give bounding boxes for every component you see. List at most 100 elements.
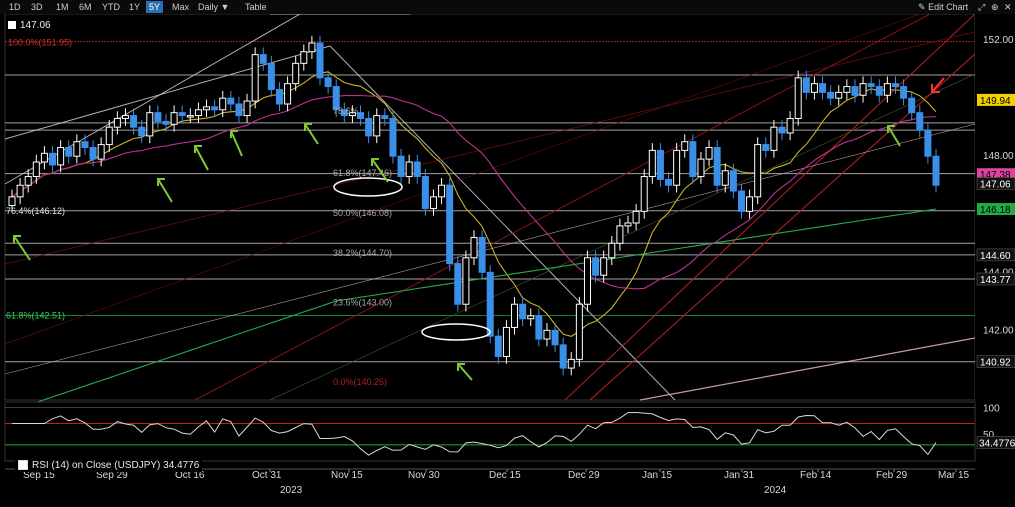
candle-body <box>16 184 24 198</box>
candle-body <box>97 144 105 160</box>
price-tick-label: 148.00 <box>983 151 1014 162</box>
table-button[interactable]: Table <box>242 1 270 13</box>
candle-body <box>511 303 519 328</box>
time-tick-label: Oct 31 <box>252 470 282 481</box>
candle-body <box>916 112 924 131</box>
interval-select[interactable]: Daily ▼ <box>195 1 232 13</box>
candle-body <box>689 141 697 178</box>
candle-body <box>267 62 275 90</box>
candle-body <box>162 120 170 125</box>
range-max-button[interactable]: Max <box>169 1 192 13</box>
candle-body <box>486 271 494 337</box>
time-tick-label: Feb 14 <box>800 470 832 481</box>
year-label: 2023 <box>280 485 303 496</box>
candle-body <box>24 176 32 186</box>
price-tag-label: 144.60 <box>980 251 1011 262</box>
candle-body <box>543 329 551 340</box>
fib-label: 50.0%(146.08) <box>333 208 392 218</box>
usdjpy-chart[interactable]: 100.0%(151.95)78.6%61.8%(147.46)50.0%(14… <box>0 14 1015 507</box>
rsi-legend-checkbox[interactable] <box>18 460 28 471</box>
range-1d-button[interactable]: 1D <box>6 1 24 13</box>
candle-body <box>203 106 211 111</box>
range-3d-button[interactable]: 3D <box>28 1 46 13</box>
close-icon[interactable]: ✕ <box>1004 1 1012 13</box>
fib-label: 38.2%(144.70) <box>333 248 392 258</box>
candle-body <box>40 152 48 163</box>
candle-body <box>389 117 397 157</box>
candle-body <box>778 126 786 134</box>
candle-body <box>859 83 867 96</box>
zoom-icon[interactable]: ⊕ <box>991 1 999 13</box>
candle-body <box>259 54 267 64</box>
chart-toolbar: 1D 3D 1M 6M YTD 1Y 5Y Max Daily ▼ Table … <box>0 0 1015 14</box>
range-1y-button[interactable]: 1Y <box>126 1 143 13</box>
candle-body <box>478 236 486 273</box>
candle-body <box>316 42 324 79</box>
range-5y-button[interactable]: 5Y <box>146 1 164 13</box>
candle-body <box>154 112 162 122</box>
candle-body <box>665 178 673 186</box>
candle-body <box>616 225 624 244</box>
candle-body <box>802 77 810 93</box>
expand-icon[interactable]: ⤢ <box>978 1 985 13</box>
time-tick-label: Dec 29 <box>568 470 600 481</box>
candle-body <box>754 144 762 198</box>
candle-body <box>105 126 113 146</box>
candle-body <box>292 62 300 85</box>
candle-body <box>49 152 57 166</box>
candle-body <box>519 303 527 320</box>
candle-body <box>438 184 446 198</box>
candle-body <box>502 326 510 357</box>
candle-body <box>656 149 664 180</box>
price-axis: 152.00148.00144.00142.00149.94147.38147.… <box>975 14 1015 400</box>
candle-body <box>900 86 908 99</box>
candle-body <box>211 106 219 111</box>
candle-body <box>170 112 178 125</box>
rsi-tick-label: 100 <box>983 403 1000 414</box>
time-tick-label: Jan 31 <box>724 470 754 481</box>
edit-chart-button[interactable]: ✎ Edit Chart <box>918 1 968 13</box>
year-label: 2024 <box>764 485 787 496</box>
candle-body <box>284 83 292 105</box>
candle-body <box>786 117 794 134</box>
candle-body <box>810 83 818 93</box>
candle-body <box>446 184 454 265</box>
candle-body <box>235 103 243 117</box>
time-axis: Sep 15 Sep 29 Oct 16 Oct 31 Nov 15 Nov 30 Dec … <box>5 468 975 496</box>
time-tick-label: Feb 29 <box>876 470 908 481</box>
rsi-panel: 1005034.4776 <box>4 401 1015 462</box>
candle-body <box>762 144 770 151</box>
candle-body <box>324 77 332 88</box>
candle-body <box>624 222 632 227</box>
range-6m-button[interactable]: 6M <box>76 1 95 13</box>
candle-body <box>81 141 89 149</box>
candle-body <box>178 112 186 117</box>
fib-label: 23.6%(143.00) <box>333 297 392 307</box>
price-tick-label: 152.00 <box>983 35 1014 46</box>
candle-body <box>608 242 616 259</box>
rsi-legend: RSI (14) on Close (USDJPY) 34.4776 <box>15 459 203 472</box>
range-ytd-button[interactable]: YTD <box>99 1 123 13</box>
rsi-frame <box>4 401 976 462</box>
candle-body <box>308 42 316 53</box>
candle-body <box>89 147 97 160</box>
legend-checkbox[interactable] <box>8 21 16 30</box>
candle-body <box>32 161 40 178</box>
edit-chart-label: Edit Chart <box>928 2 969 12</box>
fib-label: 100.0%(151.95) <box>8 38 72 48</box>
price-tag-label: 149.94 <box>980 96 1011 107</box>
candle-body <box>65 147 73 157</box>
candle-body <box>908 97 916 114</box>
pencil-icon: ✎ <box>918 2 926 12</box>
candle-body <box>575 303 583 360</box>
range-1m-button[interactable]: 1M <box>53 1 72 13</box>
candle-body <box>243 100 251 117</box>
candle-body <box>8 196 16 207</box>
last-price-legend: 147.06 <box>8 20 51 31</box>
candle-body <box>924 129 932 157</box>
candle-body <box>891 83 899 88</box>
candle-body <box>57 147 65 166</box>
candle-body <box>875 86 883 96</box>
candle-body <box>713 147 721 186</box>
rsi-value-label: 34.4776 <box>979 439 1015 450</box>
